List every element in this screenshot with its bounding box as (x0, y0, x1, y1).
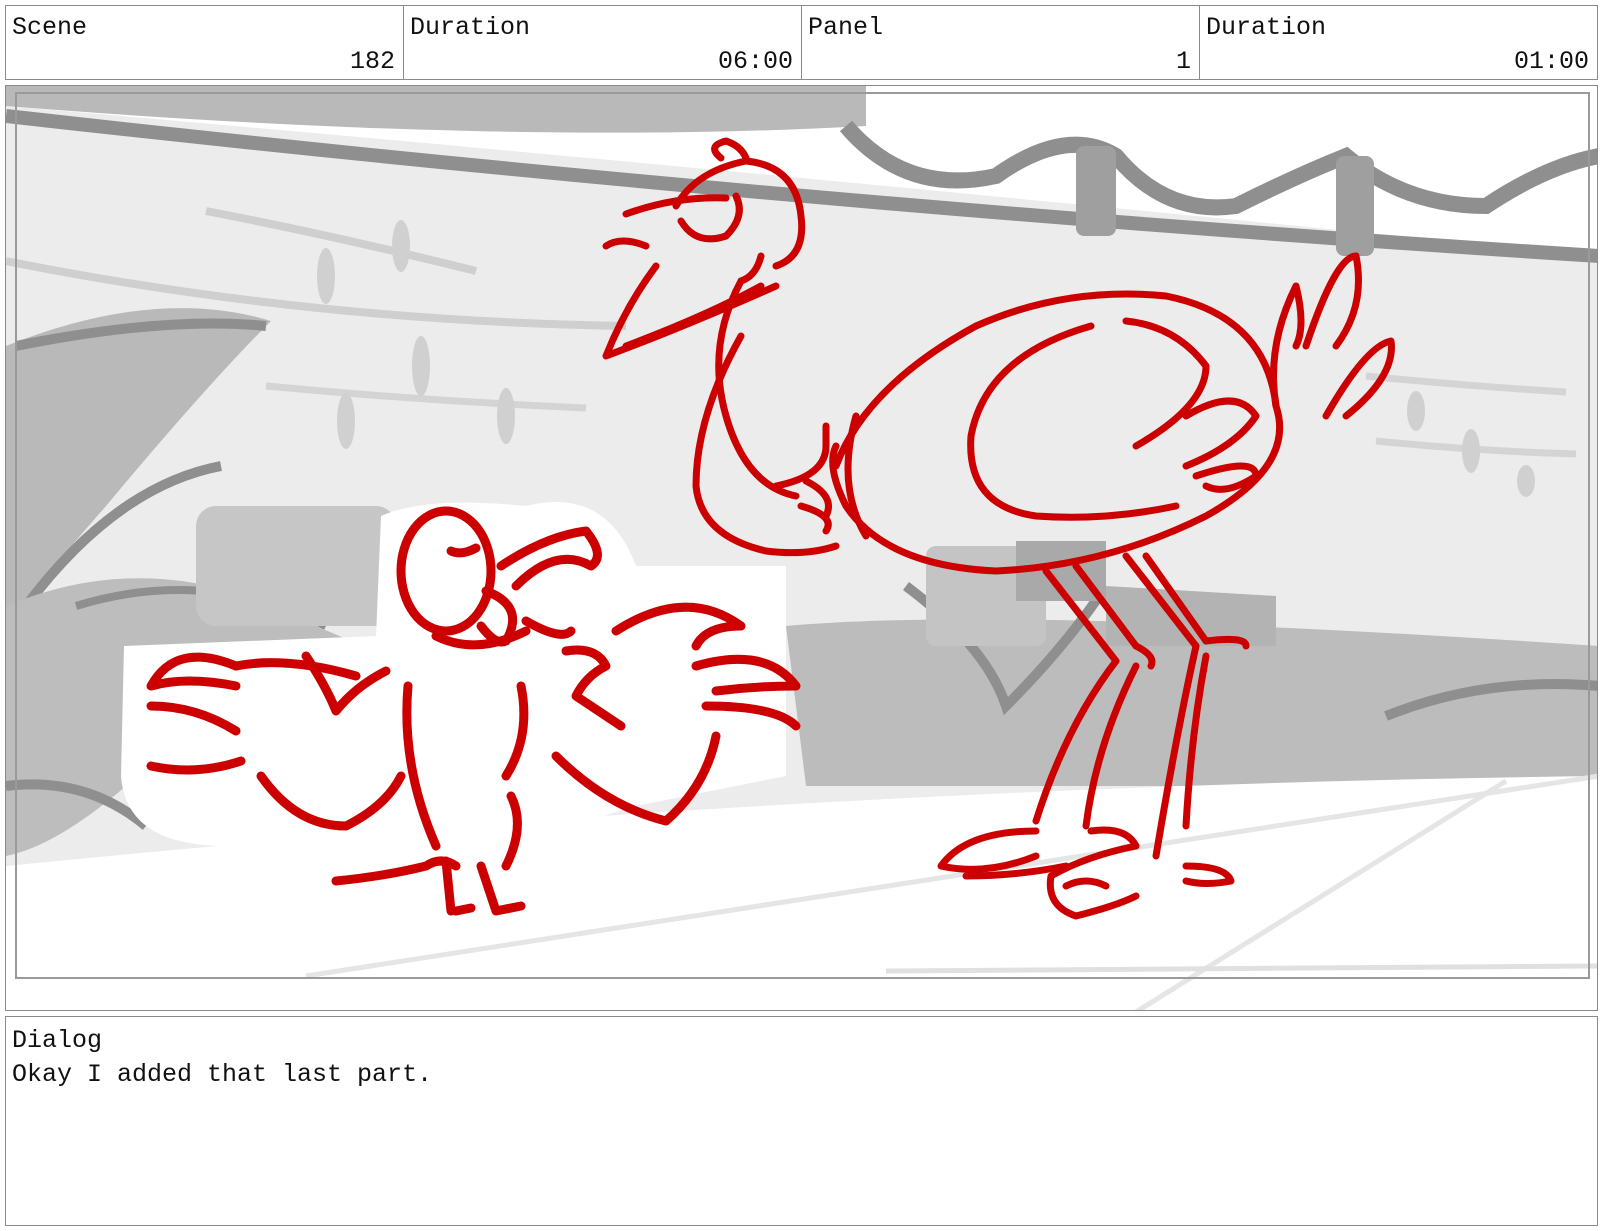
storyboard-sketch (6, 86, 1597, 1010)
dialog-text: Okay I added that last part. (12, 1060, 433, 1089)
panel-field: Panel 1 (802, 6, 1200, 79)
panel-duration-value: 01:00 (1513, 47, 1589, 76)
dialog-label: Dialog (12, 1026, 103, 1055)
panel-duration-field: Duration 01:00 (1200, 6, 1597, 79)
scene-duration-label: Duration (410, 13, 531, 42)
panel-value: 1 (1175, 47, 1191, 76)
scene-label: Scene (12, 13, 88, 42)
storyboard-panel (5, 85, 1598, 1011)
panel-label: Panel (808, 13, 884, 42)
dialog-box: Dialog Okay I added that last part. (5, 1016, 1598, 1226)
scene-value: 182 (349, 47, 395, 76)
scene-field: Scene 182 (6, 6, 404, 79)
scene-duration-field: Duration 06:00 (404, 6, 802, 79)
panel-duration-label: Duration (1206, 13, 1327, 42)
panel-info-header: Scene 182 Duration 06:00 Panel 1 Duratio… (5, 5, 1598, 80)
scene-duration-value: 06:00 (717, 47, 793, 76)
